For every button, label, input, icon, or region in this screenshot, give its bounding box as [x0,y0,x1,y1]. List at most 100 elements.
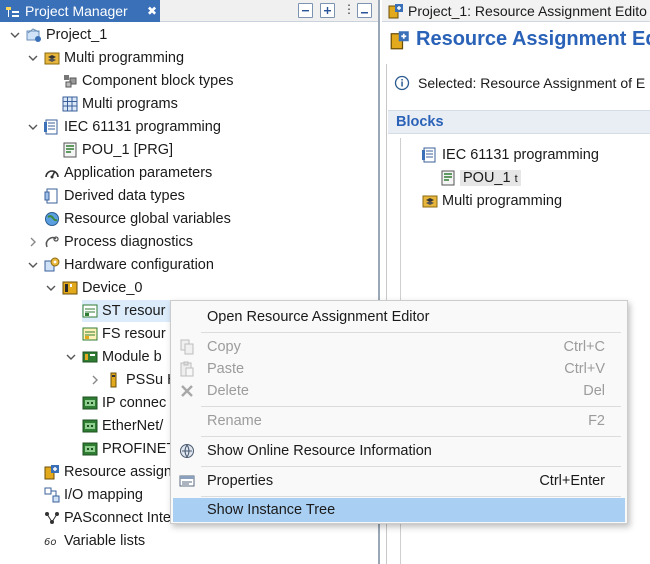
menu-item-shortcut: Ctrl+C [563,339,606,355]
chevron-down-icon[interactable] [26,258,40,272]
tree-item-multi-programs[interactable]: Multi programs [62,93,178,115]
chevron-right-icon[interactable] [88,373,102,387]
menu-item-label: Delete [207,383,249,399]
menu-item-shortcut: F2 [588,413,605,429]
tree-item-ip-connect[interactable]: IP connec [82,392,166,414]
tree-item-label: Derived data types [64,188,185,204]
chevron-down-icon[interactable] [26,120,40,134]
diagnostics-icon [44,234,60,250]
blocks-section-header[interactable]: Blocks [388,110,650,134]
tree-item-label: Multi programs [82,96,178,112]
network-icon [82,441,98,457]
tree-item-label: PROFINET [102,441,176,457]
chevron-down-icon[interactable] [8,28,22,42]
tree-item-variable-lists[interactable]: 6o Variable lists [44,530,145,552]
menu-item-label: Paste [207,361,245,377]
blocks-section-title: Blocks [396,114,444,130]
tree-item-derived-data-types[interactable]: Derived data types [44,185,185,207]
tree-item-pou[interactable]: POU_1 [PRG] [62,139,173,161]
collapse-all-button[interactable] [298,3,313,18]
chevron-down-icon[interactable] [26,51,40,65]
variable-lists-icon: 6o [44,533,60,549]
blocks-item-pou[interactable]: POU_1 t [440,167,521,189]
iec-programming-icon [422,147,438,163]
tree-item-device[interactable]: Device_0 [44,277,142,299]
pou-name: POU_1 [463,170,511,186]
menu-item-label: Show Online Resource Information [207,443,432,459]
tree-item-module-bus[interactable]: Module b [64,346,162,368]
blocks-item-label: POU_1 t [460,170,521,186]
tree-item-label: Project_1 [46,27,108,43]
menu-item-rename[interactable]: Rename F2 [173,409,625,433]
editor-heading: Resource Assignment Ed [390,28,650,51]
online-resource-icon [179,443,195,459]
tree-item-resource-assignment[interactable]: Resource assign [44,461,172,483]
hardware-config-icon [44,257,60,273]
tree-item-label: Variable lists [64,533,146,549]
pasconnect-icon [44,510,60,526]
project-manager-tab-title: Project Manager [25,3,128,19]
tree-item-pssu[interactable]: PSSu H [88,369,178,391]
globe-icon [44,211,60,227]
project-manager-icon [6,5,20,17]
blocks-item-multi-programming[interactable]: Multi programming [422,190,562,212]
menu-item-label: Copy [207,339,241,355]
blocks-item-iec-programming[interactable]: IEC 61131 programming [422,144,599,166]
tree-item-io-mapping[interactable]: I/O mapping [44,484,143,506]
tree-item-profinet[interactable]: PROFINET [82,438,175,460]
properties-icon [179,473,195,489]
resource-assignment-icon [388,3,404,19]
expand-all-button[interactable] [320,3,335,18]
editor-heading-text: Resource Assignment Ed [416,28,650,50]
tree-item-pasconnect[interactable]: PASconnect Inte [44,507,171,529]
pou-suffix: t [514,173,518,185]
tree-item-fs-resource[interactable]: FS resour [82,323,166,345]
tree-item-process-diagnostics[interactable]: Process diagnostics [26,231,193,253]
minimize-button[interactable] [357,3,372,18]
close-icon[interactable]: ✖ [144,4,160,18]
tree-item-project[interactable]: Project_1 [8,24,107,46]
menu-item-open-resource-assignment-editor[interactable]: Open Resource Assignment Editor [173,305,625,329]
tree-item-hardware-configuration[interactable]: Hardware configuration [26,254,214,276]
menu-item-show-online-resource-information[interactable]: Show Online Resource Information [173,439,625,463]
tree-item-label: PASconnect Inte [64,510,171,526]
gauge-icon [44,165,60,181]
tree-item-application-parameters[interactable]: Application parameters [44,162,212,184]
tree-item-label: IEC 61131 programming [64,119,221,135]
grid-icon [62,96,78,112]
editor-tab[interactable]: Project_1: Resource Assignment Edito [382,0,650,22]
tree-item-label: FS resour [102,326,166,342]
tree-item-label: Multi programming [64,50,185,66]
tree-item-multi-programming[interactable]: Multi programming [26,47,184,69]
tree-item-resource-global-variables[interactable]: Resource global variables [44,208,231,230]
chevron-down-icon[interactable] [64,350,78,364]
menu-item-label: Show Instance Tree [207,502,336,518]
chevron-down-icon[interactable] [44,281,58,295]
project-icon [26,27,42,43]
tree-item-label: Module b [102,349,162,365]
menu-item-properties[interactable]: Properties Ctrl+Enter [173,469,625,493]
data-types-icon [44,188,60,204]
tree-item-st-resource[interactable]: ST resour [82,300,174,322]
menu-item-shortcut: Ctrl+Enter [539,473,605,489]
menu-separator [201,332,621,333]
chevron-right-icon[interactable] [26,235,40,249]
tree-item-component-block-types[interactable]: Component block types [62,70,234,92]
pou-icon [440,170,456,186]
tree-item-label: POU_1 [PRG] [82,142,174,158]
tree-item-ethernet[interactable]: EtherNet/ [82,415,163,437]
menu-item-paste[interactable]: Paste Ctrl+V [173,357,625,381]
menu-item-delete[interactable]: Delete Del [173,379,625,403]
view-menu-button[interactable]: ⋮ [343,2,355,16]
paste-icon [179,361,195,377]
project-manager-tab[interactable]: Project Manager ✖ [0,0,160,22]
tree-item-iec-programming[interactable]: IEC 61131 programming [26,116,221,138]
menu-item-show-instance-tree[interactable]: Show Instance Tree [173,498,625,522]
menu-separator [201,436,621,437]
tree-item-label: Process diagnostics [64,234,193,250]
network-icon [82,418,98,434]
menu-item-copy[interactable]: Copy Ctrl+C [173,335,625,359]
tree-item-label: EtherNet/ [102,418,164,434]
iec-programming-icon [44,119,60,135]
project-manager-header: Project Manager ✖ ⋮ [0,0,378,22]
